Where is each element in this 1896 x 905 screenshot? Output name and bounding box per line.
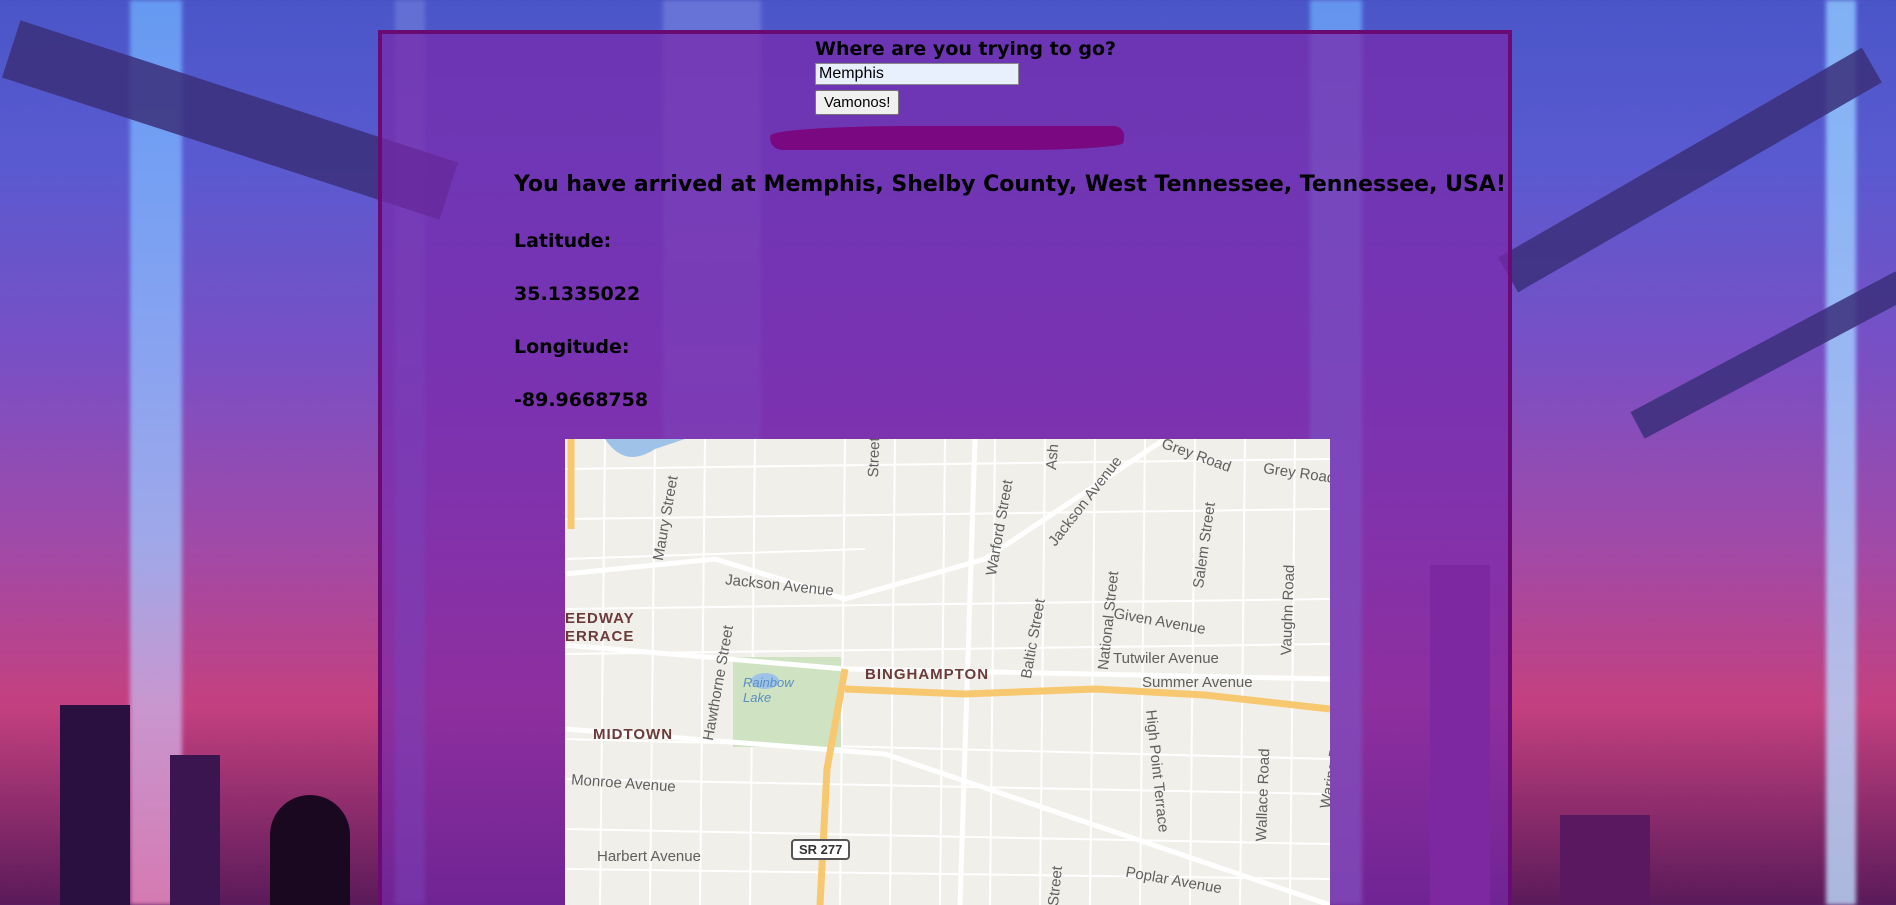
map-street-label: Wallace Road (1253, 748, 1274, 842)
map-street-label: Ash (1043, 443, 1063, 471)
latitude-label: Latitude: (514, 230, 612, 252)
map-area-label: BINGHAMPTON (865, 666, 990, 683)
map-area-label: MIDTOWN (593, 726, 674, 743)
latitude-value: 35.1335022 (514, 283, 641, 305)
map-park-label: Rainbow Lake (743, 675, 794, 705)
longitude-label: Longitude: (514, 336, 630, 358)
map-street-label: Harbert Avenue (597, 848, 701, 865)
search-form: Where are you trying to go? Vamonos! (815, 38, 1116, 115)
map-street-label: Street (865, 439, 884, 478)
map-street-label: Summer Avenue (1142, 674, 1253, 691)
destination-input[interactable] (815, 63, 1019, 85)
arrival-message: You have arrived at Memphis, Shelby Coun… (514, 172, 1506, 197)
longitude-value: -89.9668758 (514, 389, 649, 411)
map-area-label: ERRACE (565, 628, 635, 645)
map-view[interactable]: Jackson Avenue Maury Street Hawthorne St… (565, 439, 1330, 905)
map-area-label: EEDWAY (565, 610, 635, 627)
route-shield: SR 277 (791, 839, 851, 860)
map-street-label: Vaughn Road (1278, 564, 1299, 656)
map-street-label: Tutwiler Avenue (1113, 650, 1219, 667)
result-section: You have arrived at Memphis, Shelby Coun… (514, 172, 1506, 442)
question-label: Where are you trying to go? (815, 38, 1117, 60)
brush-stroke-divider (768, 126, 1126, 150)
vamonos-button[interactable]: Vamonos! (815, 90, 900, 115)
